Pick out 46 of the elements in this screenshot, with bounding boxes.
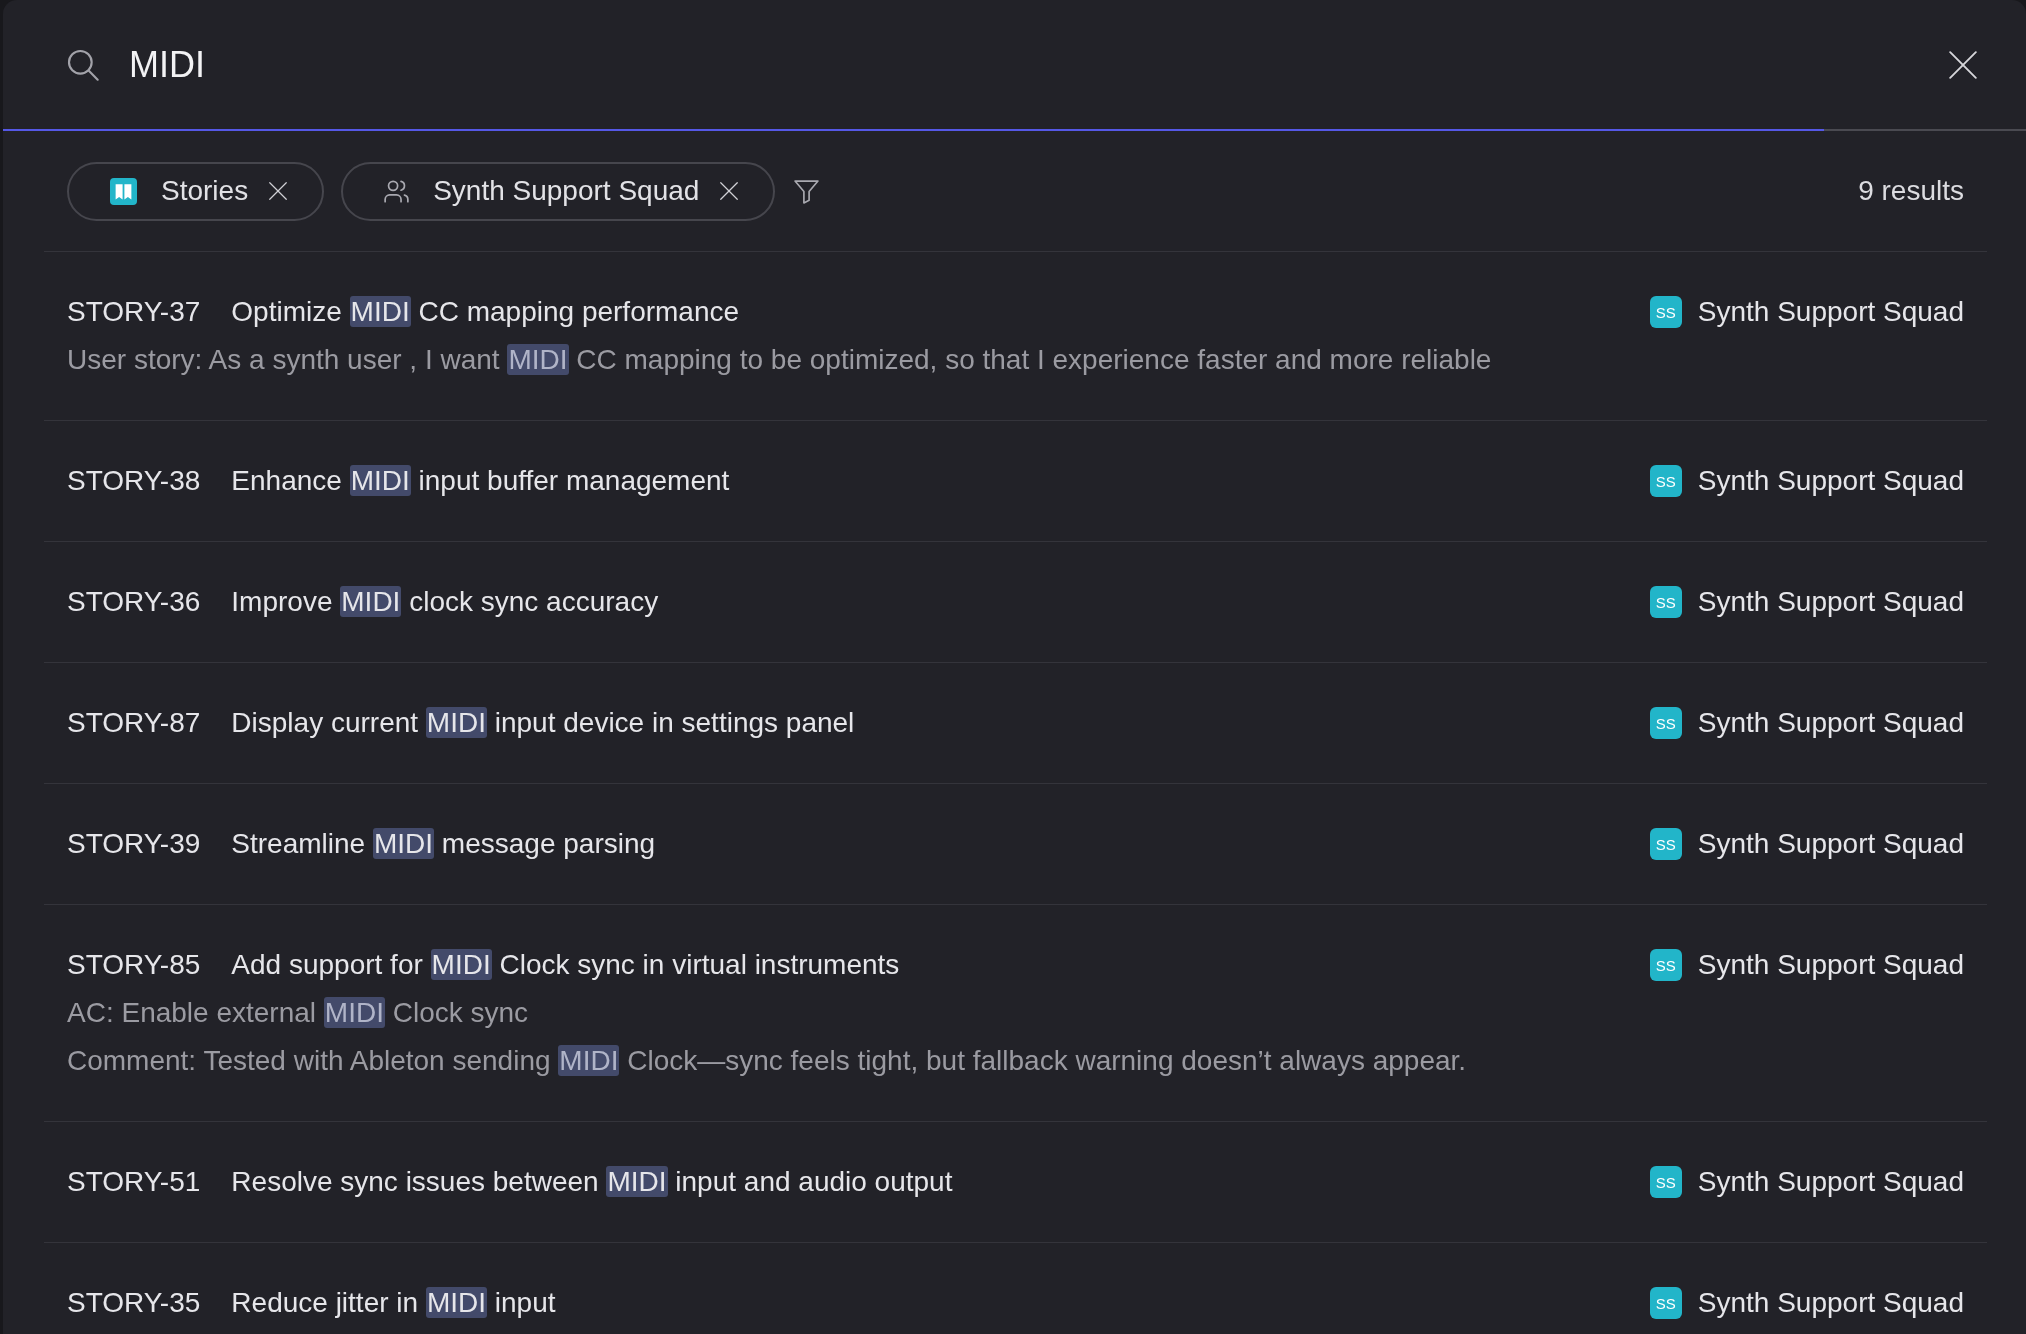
story-id: STORY-85	[67, 948, 201, 982]
team-initials: SS	[1649, 707, 1682, 739]
filter-icon[interactable]	[794, 178, 820, 204]
story-id: STORY-51	[67, 1165, 201, 1199]
story-id: STORY-36	[67, 585, 201, 619]
story-title[interactable]: Resolve sync issues between MIDI input and audio output	[231, 1161, 953, 1203]
story-title[interactable]: Reduce jitter in MIDI input	[231, 1282, 556, 1324]
close-icon[interactable]	[269, 182, 288, 200]
team-name: Synth Support Squad	[1697, 464, 1964, 498]
close-icon	[1949, 50, 1977, 79]
team-initials: SS	[1649, 296, 1682, 328]
team-name: Synth Support Squad	[1697, 948, 1964, 982]
users-icon	[384, 179, 410, 203]
team-name: Synth Support Squad	[1697, 1165, 1964, 1199]
team-initials: SS	[1649, 1287, 1682, 1319]
team-name: Synth Support Squad	[1697, 706, 1964, 740]
team-initials: SS	[1649, 465, 1682, 497]
story-title[interactable]: Enhance MIDI input buffer management	[231, 460, 730, 502]
story-title[interactable]: Display current MIDI input device in settings panel	[231, 702, 855, 744]
team-name: Synth Support Squad	[1697, 1286, 1964, 1320]
story-id: STORY-38	[67, 464, 201, 498]
match-excerpt: AC: Enable external MIDI Clock sync	[67, 996, 529, 1030]
result-count: 9 results	[1858, 174, 1964, 208]
story-title[interactable]: Add support for MIDI Clock sync in virtual instruments	[231, 944, 900, 986]
story-title[interactable]: Optimize MIDI CC mapping performance	[231, 291, 740, 333]
search-icon	[67, 48, 99, 81]
story-id: STORY-87	[67, 706, 201, 740]
story-title[interactable]: Improve MIDI clock sync accuracy	[231, 581, 659, 623]
team-initials: SS	[1649, 1166, 1682, 1198]
team-name: Synth Support Squad	[1697, 295, 1964, 329]
book-icon	[110, 177, 137, 205]
team-initials: SS	[1649, 828, 1682, 860]
story-id: STORY-37	[67, 295, 201, 329]
story-id: STORY-35	[67, 1286, 201, 1320]
team-initials: SS	[1649, 586, 1682, 618]
team-name: Synth Support Squad	[1697, 585, 1964, 619]
filter-chip[interactable]: Synth Support Squad	[341, 161, 776, 221]
close-icon[interactable]	[720, 182, 739, 200]
story-title[interactable]: Streamline MIDI message parsing	[231, 823, 656, 865]
team-initials: SS	[1649, 949, 1682, 981]
match-excerpt: User story: As a synth user , I want MIDI CC mapping to be optimized, so that I experience faster and more reliable	[67, 343, 1492, 377]
story-id: STORY-39	[67, 827, 201, 861]
filter-chip[interactable]: Stories	[67, 161, 325, 221]
match-excerpt: Comment: Tested with Ableton sending MIDI Clock—sync feels tight, but fallback warning doesn’t always appear.	[67, 1044, 1467, 1078]
team-name: Synth Support Squad	[1697, 827, 1964, 861]
search-field[interactable]: MIDI	[129, 39, 1943, 90]
